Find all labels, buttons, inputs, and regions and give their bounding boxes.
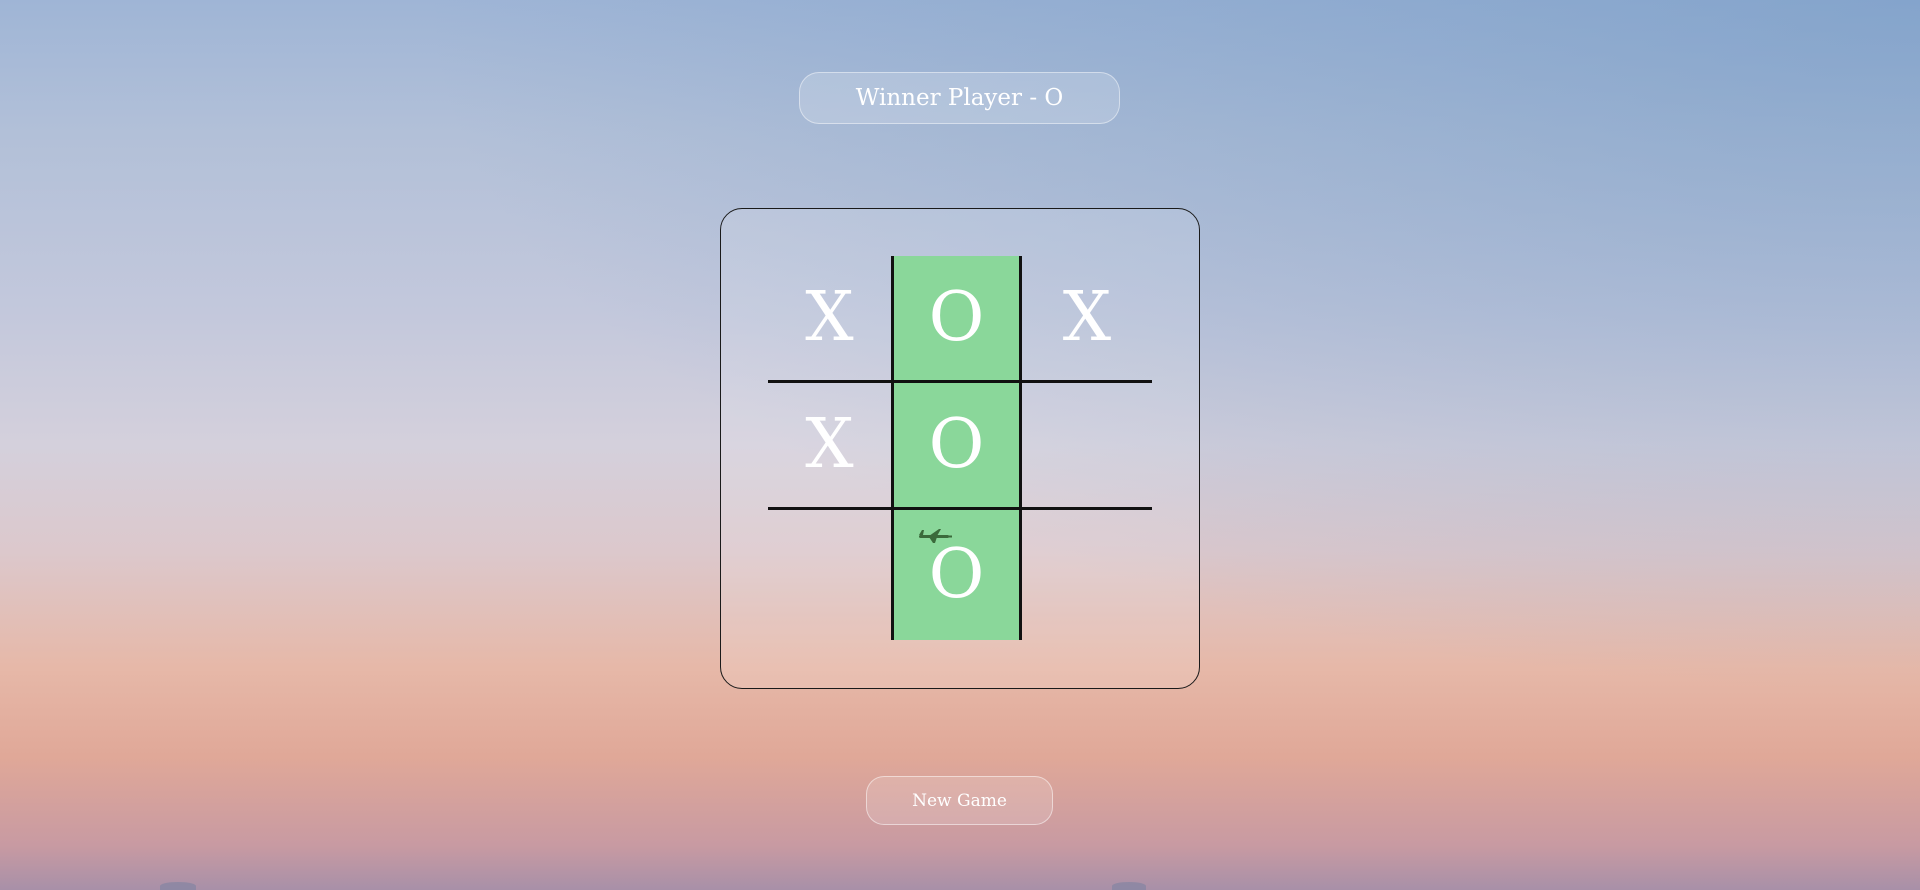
- cell-2-mark: X: [1062, 278, 1112, 357]
- cell-7[interactable]: O: [894, 510, 1022, 640]
- cell-4[interactable]: O: [894, 383, 1022, 510]
- cell-8[interactable]: [1022, 510, 1152, 640]
- new-game-button[interactable]: New Game: [866, 776, 1053, 825]
- cell-7-mark: O: [928, 535, 985, 614]
- cell-1[interactable]: O: [894, 256, 1022, 383]
- cell-3-mark: X: [805, 405, 854, 484]
- new-game-button-label: New Game: [912, 790, 1007, 811]
- game-board: X O X X O O: [768, 256, 1152, 640]
- cell-0[interactable]: X: [768, 256, 894, 383]
- winner-status: Winner Player - O: [799, 72, 1120, 124]
- cell-0-mark: X: [805, 278, 854, 357]
- cloud-decoration: [1112, 882, 1146, 890]
- cell-2[interactable]: X: [1022, 256, 1152, 383]
- airplane-icon: [919, 529, 952, 543]
- cell-5[interactable]: [1022, 383, 1152, 510]
- cell-3[interactable]: X: [768, 383, 894, 510]
- cell-1-mark: O: [928, 278, 985, 357]
- cell-6[interactable]: [768, 510, 894, 640]
- winner-status-text: Winner Player - O: [855, 85, 1064, 111]
- cell-4-mark: O: [928, 405, 985, 484]
- cloud-decoration: [160, 882, 196, 890]
